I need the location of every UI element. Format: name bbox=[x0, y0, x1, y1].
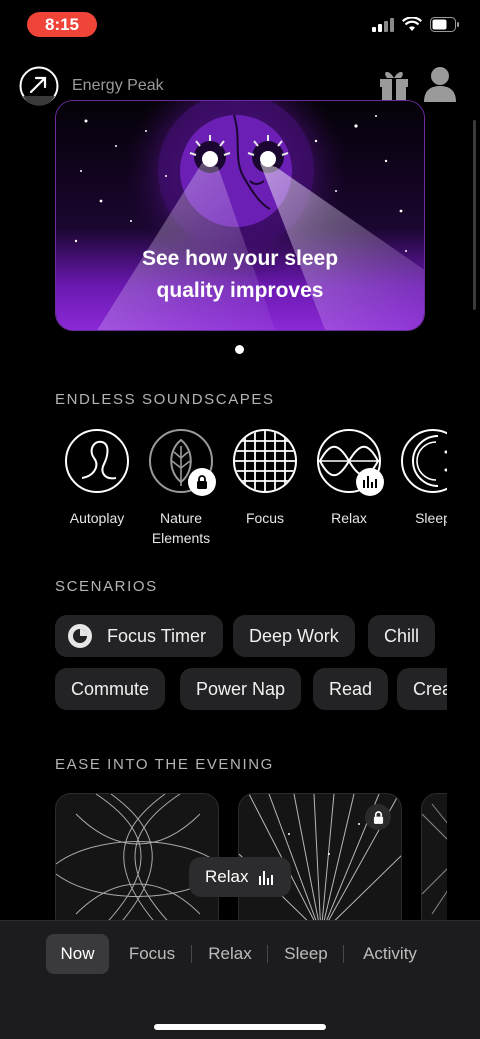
cellular-signal-icon bbox=[372, 17, 394, 32]
energy-peak-logo-icon[interactable] bbox=[19, 66, 59, 106]
chip-create[interactable]: Create bbox=[397, 668, 447, 710]
evening-card[interactable] bbox=[421, 793, 447, 923]
tab-divider bbox=[343, 945, 344, 963]
soundscapes-carousel[interactable]: Autoplay Nature Elements Focus Relax Sle… bbox=[55, 428, 447, 552]
soundscape-focus[interactable]: Focus bbox=[223, 428, 307, 528]
lock-icon bbox=[373, 810, 383, 824]
timer-icon bbox=[68, 624, 92, 648]
tab-divider bbox=[267, 945, 268, 963]
chip-label: Power Nap bbox=[196, 679, 286, 699]
scenario-title: Energy Peak bbox=[72, 77, 164, 94]
card-artwork bbox=[422, 803, 447, 915]
scenarios-row-2[interactable]: Commute Power Nap Read Create bbox=[55, 668, 447, 710]
equalizer-icon bbox=[259, 871, 273, 885]
tab-relax[interactable]: Relax bbox=[200, 934, 260, 974]
soundscape-autoplay[interactable]: Autoplay bbox=[55, 428, 139, 528]
soundscape-label: Autoplay bbox=[69, 510, 125, 526]
soundscape-label: Relax bbox=[331, 510, 367, 526]
now-playing-label: Relax bbox=[205, 867, 249, 886]
scrollbar[interactable] bbox=[473, 120, 476, 310]
soundscape-label: Sleep bbox=[415, 510, 447, 526]
evening-heading: EASE INTO THE EVENING bbox=[55, 756, 274, 773]
chip-label: Create bbox=[413, 679, 447, 699]
soundscape-label: Focus bbox=[245, 510, 285, 526]
tab-sleep[interactable]: Sleep bbox=[276, 934, 336, 974]
now-playing-badge bbox=[356, 468, 384, 496]
equalizer-icon bbox=[363, 476, 377, 488]
tab-bar: Now Focus Relax Sleep Activity bbox=[0, 920, 480, 1039]
chip-deep-work[interactable]: Deep Work bbox=[233, 615, 355, 657]
hero-banner[interactable]: See how your sleep quality improves bbox=[55, 100, 425, 331]
wifi-icon bbox=[402, 17, 422, 31]
soundscape-label: Nature Elements bbox=[151, 510, 211, 546]
now-playing-pill[interactable]: Relax bbox=[189, 857, 291, 897]
tab-focus[interactable]: Focus bbox=[120, 934, 184, 974]
soundscapes-heading: ENDLESS SOUNDSCAPES bbox=[55, 391, 275, 408]
chip-power-nap[interactable]: Power Nap bbox=[180, 668, 302, 710]
gift-icon[interactable] bbox=[378, 66, 410, 102]
chip-focus-timer[interactable]: Focus Timer bbox=[55, 615, 223, 657]
lock-icon bbox=[197, 475, 207, 489]
tab-now[interactable]: Now bbox=[46, 934, 109, 974]
grid-icon bbox=[233, 429, 297, 493]
profile-icon[interactable] bbox=[423, 66, 457, 102]
tab-activity[interactable]: Activity bbox=[352, 934, 428, 974]
soundscape-nature-elements[interactable]: Nature Elements bbox=[139, 428, 223, 548]
carousel-page-indicator[interactable] bbox=[235, 345, 244, 354]
moon-icon bbox=[401, 429, 447, 493]
lock-badge bbox=[365, 804, 391, 830]
battery-icon bbox=[430, 17, 459, 32]
chip-label: Read bbox=[329, 679, 373, 699]
soundscape-relax[interactable]: Relax bbox=[307, 428, 391, 528]
hero-title: See how your sleep quality improves bbox=[141, 247, 339, 302]
chip-chill[interactable]: Chill bbox=[368, 615, 436, 657]
chip-label: Focus Timer bbox=[107, 626, 207, 646]
tab-divider bbox=[191, 945, 192, 963]
chip-read[interactable]: Read bbox=[313, 668, 389, 710]
status-bar: 8:15 bbox=[0, 0, 480, 50]
soundscape-sleep[interactable]: Sleep bbox=[391, 428, 447, 528]
scenarios-row-1[interactable]: Focus Timer Deep Work Chill bbox=[55, 615, 447, 657]
chip-label: Deep Work bbox=[249, 626, 339, 646]
lock-badge bbox=[188, 468, 216, 496]
chip-commute[interactable]: Commute bbox=[55, 668, 166, 710]
autoplay-icon bbox=[65, 429, 129, 493]
scenarios-heading: SCENARIOS bbox=[55, 578, 158, 595]
chip-label: Chill bbox=[384, 626, 420, 646]
chip-label: Commute bbox=[71, 679, 150, 699]
home-indicator[interactable] bbox=[154, 1024, 326, 1030]
status-icons bbox=[372, 17, 460, 32]
status-time: 8:15 bbox=[27, 12, 97, 37]
